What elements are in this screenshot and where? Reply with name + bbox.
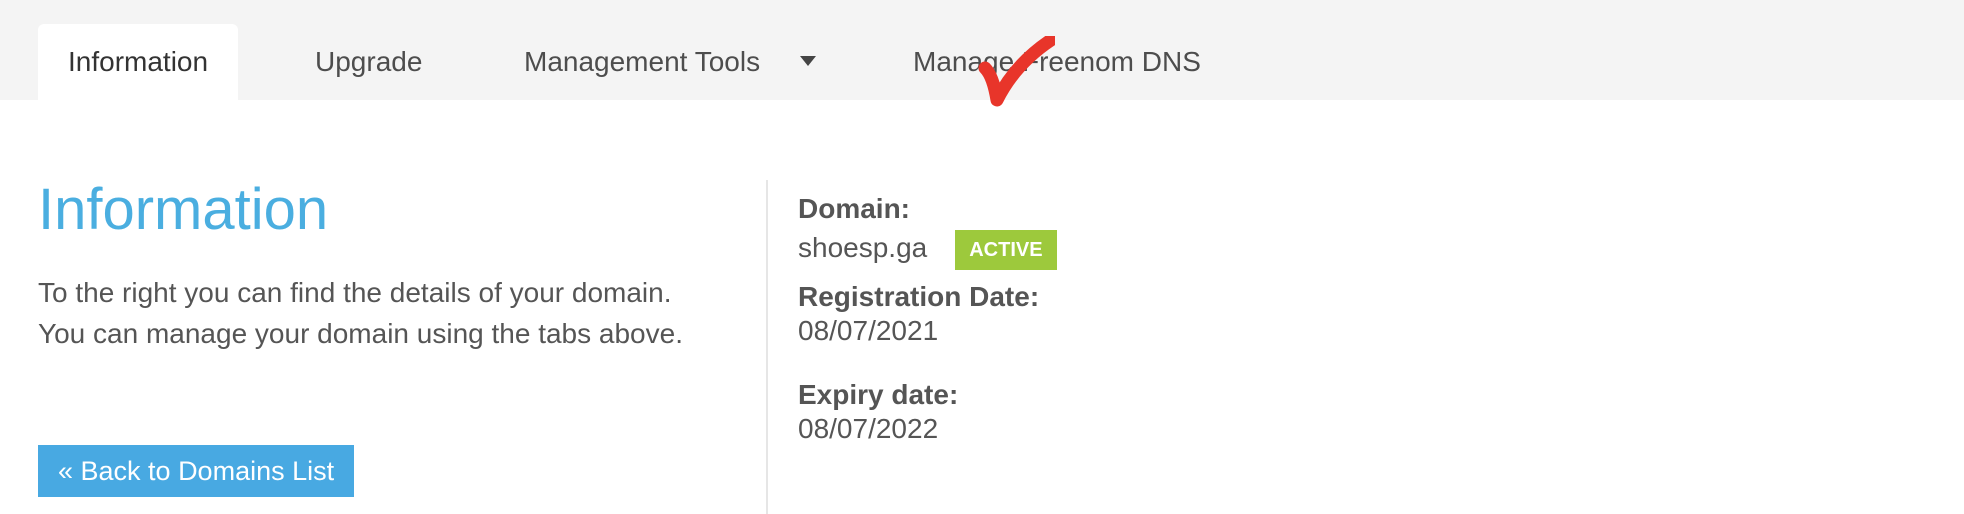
registration-value: 08/07/2021 bbox=[798, 315, 939, 346]
intro-line-2: You can manage your domain using the tab… bbox=[38, 318, 683, 349]
intro-text: To the right you can find the details of… bbox=[38, 272, 738, 354]
intro-line-1: To the right you can find the details of… bbox=[38, 277, 672, 308]
caret-down-icon bbox=[799, 55, 816, 66]
tab-label: Upgrade bbox=[315, 46, 423, 77]
page-title: Information bbox=[38, 177, 329, 242]
expiry-label: Expiry date: bbox=[798, 379, 959, 410]
back-to-domains-button[interactable]: « Back to Domains List bbox=[38, 445, 355, 497]
status-badge: ACTIVE bbox=[955, 230, 1057, 270]
registration-block: Registration Date: 08/07/2021 bbox=[798, 280, 1057, 348]
tab-label: Management Tools bbox=[524, 46, 761, 77]
expiry-block: Expiry date: 08/07/2022 bbox=[798, 378, 1057, 446]
domain-row: shoesp.ga ACTIVE bbox=[798, 226, 1057, 270]
domain-details: Domain: shoesp.ga ACTIVE Registration Da… bbox=[798, 192, 1057, 446]
tab-label: Information bbox=[68, 46, 209, 77]
info-panel: Information To the right you can find th… bbox=[38, 170, 738, 354]
tab-information[interactable]: Information bbox=[38, 24, 239, 100]
checkmark-icon bbox=[978, 36, 1055, 107]
domain-value: shoesp.ga bbox=[798, 232, 928, 263]
domain-label: Domain: bbox=[798, 193, 910, 224]
expiry-value: 08/07/2022 bbox=[798, 413, 939, 444]
divider bbox=[766, 180, 768, 514]
tab-management-tools[interactable]: Management Tools bbox=[524, 24, 816, 100]
tab-manage-dns[interactable]: Manage Freenom DNS bbox=[913, 24, 1201, 100]
tab-upgrade[interactable]: Upgrade bbox=[315, 24, 422, 100]
registration-label: Registration Date: bbox=[798, 281, 1040, 312]
tab-label: Manage Freenom DNS bbox=[913, 46, 1201, 77]
